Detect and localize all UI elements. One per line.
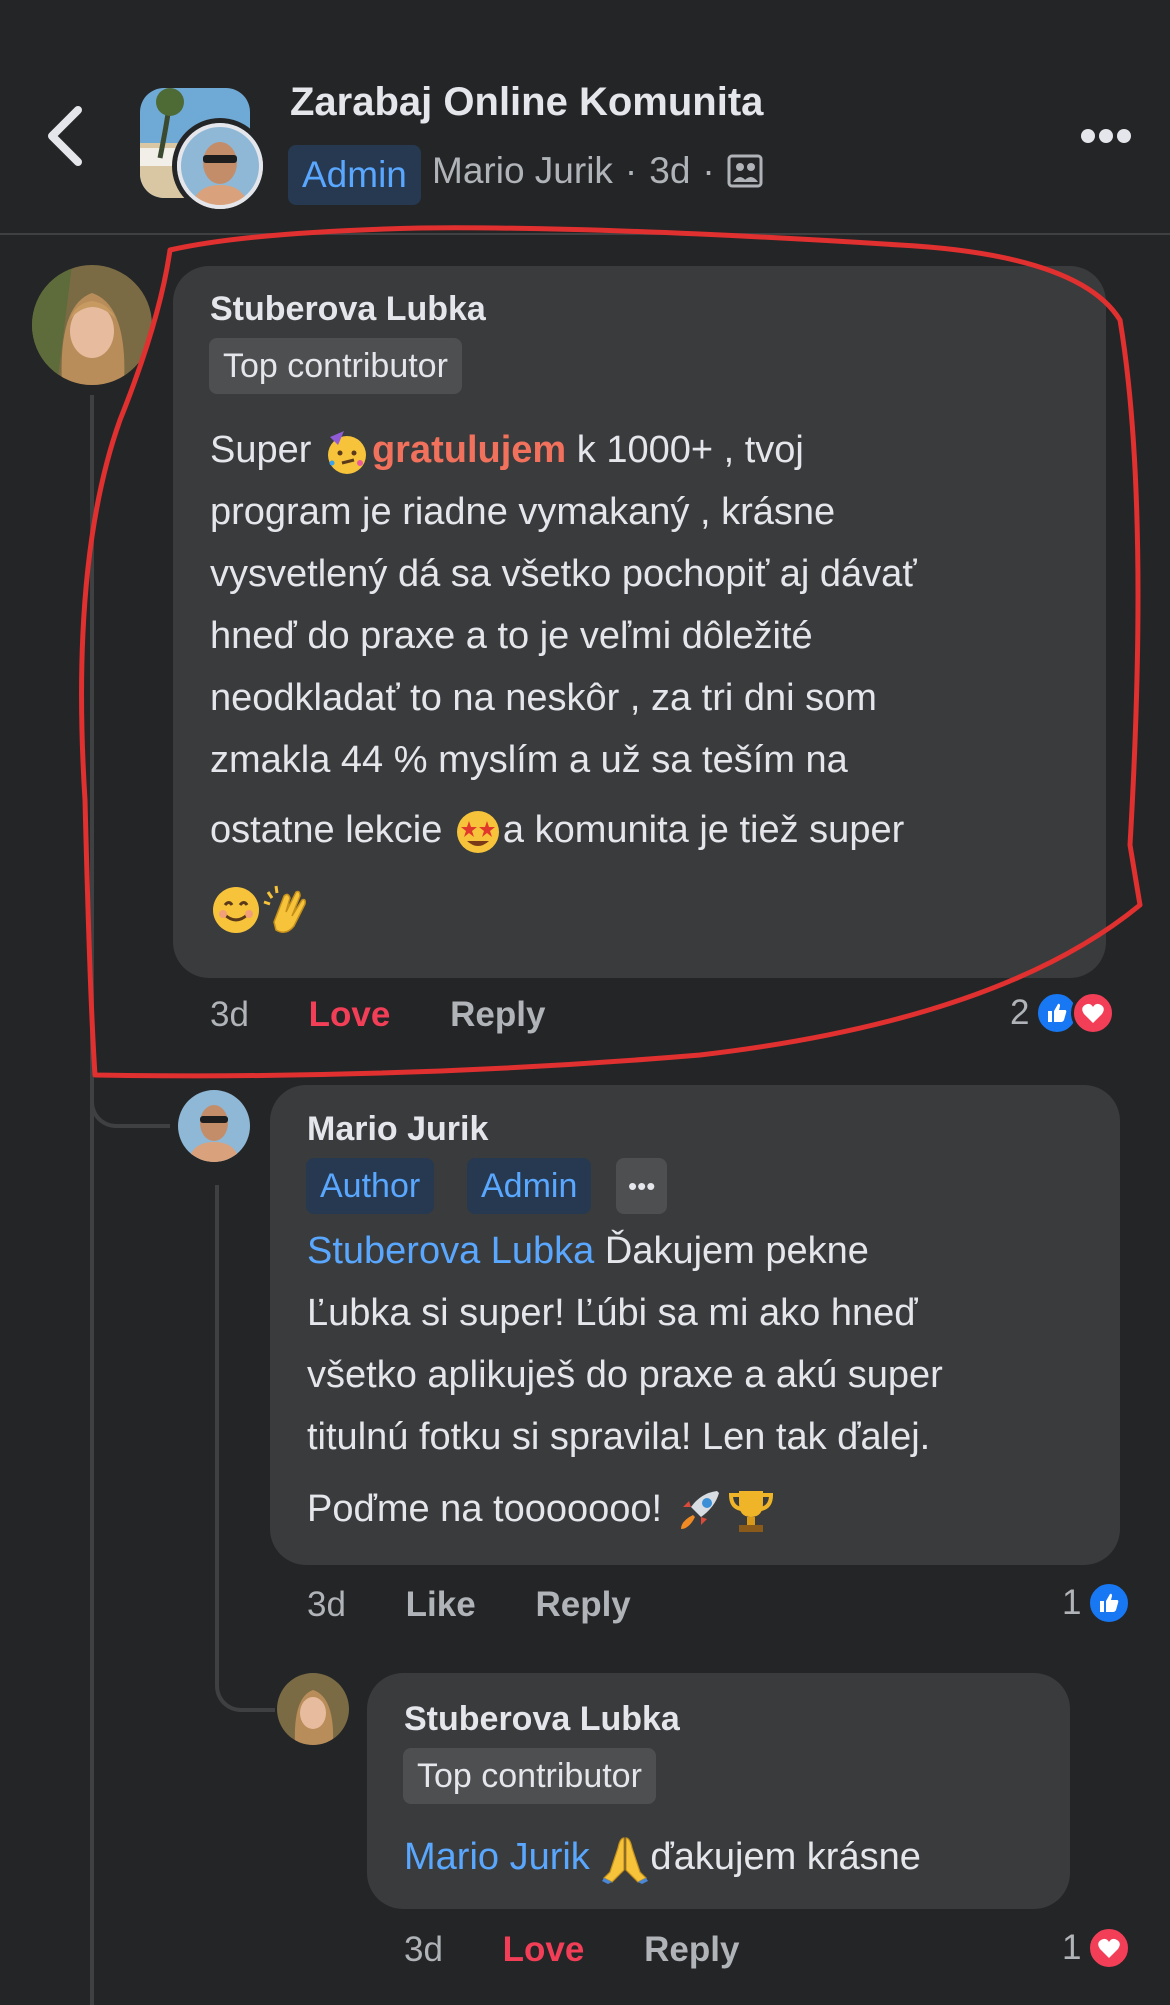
post-header: Zarabaj Online Komunita Admin Mario Juri… [0, 0, 1170, 235]
reaction-count: 1 [1062, 1583, 1082, 1622]
comment-time[interactable]: 3d [210, 995, 249, 1034]
comment-actions: 3d Like Reply [307, 1585, 681, 1625]
star-struck-icon [456, 810, 499, 853]
badge-more-button[interactable]: ••• [616, 1158, 668, 1214]
comment-author[interactable]: Stuberova Lubka [404, 1700, 680, 1739]
like-icon [1087, 1581, 1132, 1625]
group-title[interactable]: Zarabaj Online Komunita [290, 80, 763, 125]
poster-name[interactable]: Mario Jurik [432, 150, 613, 192]
comment-author[interactable]: Stuberova Lubka [210, 290, 486, 329]
clapping-hands-icon [263, 885, 306, 933]
top-contributor-badge: Top contributor [403, 1748, 656, 1804]
admin-badge: Admin [467, 1158, 592, 1214]
heart-icon [1087, 1926, 1132, 1970]
love-button[interactable]: Love [309, 995, 391, 1034]
partying-face-icon [327, 430, 366, 474]
smiling-face-icon [213, 886, 259, 933]
text-line: program je riadne vymakaný , krásne [210, 491, 836, 533]
text-segment: Ďakujem pekne [594, 1230, 869, 1272]
comment-author[interactable]: Mario Jurik [307, 1110, 488, 1149]
reaction-summary[interactable]: 2 [1010, 991, 1116, 1035]
text-line: Ľubka si super! Ľúbi sa mi ako hneď [307, 1292, 918, 1334]
trophy-icon [728, 1490, 773, 1532]
text-accent: gratulujem [371, 429, 567, 471]
comment-time[interactable]: 3d [404, 1930, 443, 1969]
commenter-avatar[interactable] [178, 1090, 250, 1162]
commenter-avatar[interactable] [277, 1673, 349, 1745]
comment-text: Stuberova Lubka Ďakujem pekne Ľubka si s… [307, 1220, 1107, 1538]
comment-actions: 3d Love Reply [404, 1930, 789, 1970]
meta-separator: · [702, 150, 715, 191]
commenter-avatar[interactable] [32, 265, 152, 385]
text-line: titulnú fotku si spravila! Len tak ďalej… [307, 1416, 931, 1458]
top-contributor-badge: Top contributor [209, 338, 462, 394]
reply-button[interactable]: Reply [535, 1585, 630, 1624]
text-segment: Poďme na tooooooo! [307, 1488, 673, 1530]
rocket-icon [680, 1490, 719, 1529]
group-members-icon [727, 154, 763, 188]
thread-line [215, 1185, 219, 1665]
post-meta: Mario Jurik · 3d · [432, 150, 763, 192]
heart-icon [1071, 991, 1116, 1035]
text-line: zmakla 44 % myslím a už sa teším na [210, 739, 848, 781]
folded-hands-icon [602, 1837, 649, 1884]
poster-avatar[interactable] [172, 118, 268, 214]
comment-time[interactable]: 3d [307, 1585, 346, 1624]
comment-text: Mario Jurik ďakujem krásne [404, 1826, 1064, 1888]
love-button[interactable]: Love [503, 1930, 585, 1969]
reaction-summary[interactable]: 1 [1062, 1926, 1132, 1970]
author-badge: Author [306, 1158, 435, 1214]
chevron-left-icon[interactable] [40, 100, 92, 172]
comment-text: Super gratulujem k 1000+ , tvoj program … [210, 419, 1090, 939]
comment-actions: 3d Love Reply [210, 995, 595, 1035]
mention-link[interactable]: Stuberova Lubka [307, 1230, 594, 1272]
reply-button[interactable]: Reply [644, 1930, 739, 1969]
reaction-count: 2 [1010, 993, 1030, 1032]
text-line: všetko aplikuješ do praxe a akú super [307, 1354, 943, 1396]
text-segment: Super [210, 429, 322, 471]
thread-line [90, 395, 94, 2005]
text-segment: ďakujem krásne [650, 1836, 921, 1878]
text-line: neodkladať to na neskôr , za tri dni som [210, 677, 877, 719]
thread-elbow [215, 1660, 275, 1712]
reaction-summary[interactable]: 1 [1062, 1581, 1132, 1625]
reaction-count: 1 [1062, 1928, 1082, 1967]
thread-elbow [90, 1070, 170, 1128]
like-button[interactable]: Like [406, 1585, 476, 1624]
more-dots-icon[interactable] [1080, 128, 1132, 144]
meta-separator: · [624, 150, 638, 191]
text-segment: k 1000+ , tvoj [566, 429, 804, 471]
text-segment: a komunita je tiež super [502, 809, 905, 851]
mention-link[interactable]: Mario Jurik [404, 1836, 590, 1878]
admin-badge: Admin [288, 145, 421, 205]
text-line: hneď do praxe a to je veľmi dôležité [210, 615, 813, 657]
reply-button[interactable]: Reply [450, 995, 545, 1034]
text-line: vysvetlený dá sa všetko pochopiť aj dáva… [210, 553, 917, 595]
text-segment: ostatne lekcie [210, 809, 453, 851]
post-age[interactable]: 3d [649, 150, 690, 192]
